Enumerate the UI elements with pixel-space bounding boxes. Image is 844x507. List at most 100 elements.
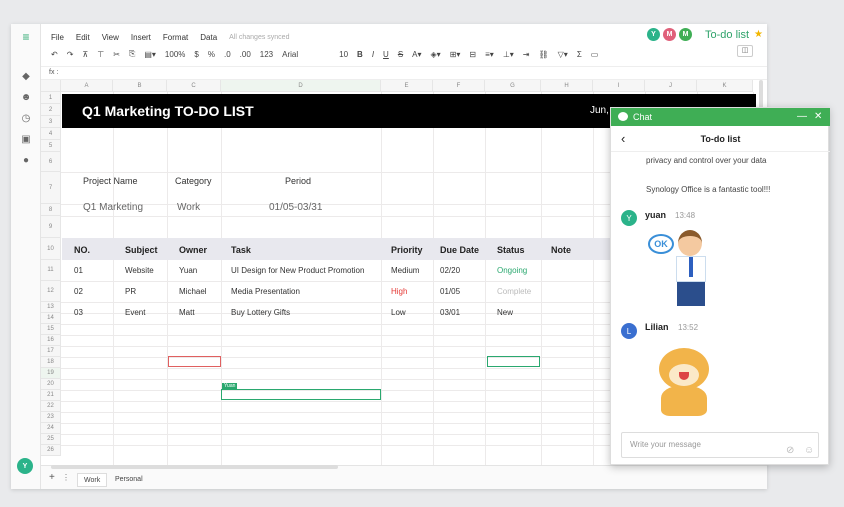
decrease-decimal-button[interactable]: .0 <box>224 50 231 59</box>
underline-button[interactable]: U <box>383 50 389 59</box>
borders-icon[interactable]: ⊞▾ <box>450 50 461 59</box>
menu-file[interactable]: File <box>51 33 64 42</box>
menu-icon[interactable]: ≡ <box>19 30 33 44</box>
lock-icon[interactable]: ▣ <box>19 132 33 146</box>
menu-data[interactable]: Data <box>200 33 217 42</box>
comment-icon[interactable]: ▭ <box>591 50 599 59</box>
row-header[interactable]: 17 <box>41 346 61 357</box>
horizontal-scrollbar[interactable] <box>51 465 338 469</box>
row-header[interactable]: 8 <box>41 204 61 216</box>
menu-insert[interactable]: Insert <box>131 33 151 42</box>
clear-format-icon[interactable]: ⊤ <box>97 50 104 59</box>
row-header[interactable]: 7 <box>41 172 61 204</box>
col-header[interactable]: I <box>593 80 645 92</box>
document-title[interactable]: To-do list <box>705 29 749 41</box>
emoji-icon[interactable]: ☺ <box>804 439 814 463</box>
cell-subject[interactable]: Website <box>125 266 154 275</box>
row-header[interactable]: 22 <box>41 401 61 412</box>
undo-icon[interactable]: ↶ <box>51 50 58 59</box>
cell-subject[interactable]: Event <box>125 308 145 317</box>
cell-status[interactable]: New <box>497 308 513 317</box>
col-header[interactable]: C <box>167 80 221 92</box>
menu-view[interactable]: View <box>102 33 119 42</box>
row-header[interactable]: 15 <box>41 324 61 335</box>
category-value[interactable]: Work <box>177 202 200 213</box>
cell-no[interactable]: 01 <box>74 266 83 275</box>
cell-task[interactable]: Buy Lottery Gifts <box>231 308 290 317</box>
wrap-icon[interactable]: ⇥ <box>523 50 530 59</box>
font-size-select[interactable]: 10 <box>339 50 348 59</box>
currency-button[interactable]: $ <box>194 50 198 59</box>
row-header[interactable]: 16 <box>41 335 61 346</box>
active-cell-selection[interactable]: Yuan <box>221 383 381 400</box>
col-header[interactable]: B <box>113 80 167 92</box>
cell-due-date[interactable]: 01/05 <box>440 287 460 296</box>
cell-status[interactable]: Ongoing <box>497 266 527 275</box>
collaborator-selection[interactable] <box>168 356 221 367</box>
link-icon[interactable]: ⛓ <box>539 50 549 59</box>
minimize-icon[interactable]: — <box>797 108 807 126</box>
attach-icon[interactable]: ⊘ <box>786 439 794 463</box>
row-header[interactable]: 1 <box>41 92 61 104</box>
chat-avatar[interactable]: L <box>621 323 637 339</box>
cell-owner[interactable]: Matt <box>179 308 195 317</box>
row-header[interactable]: 26 <box>41 445 61 456</box>
paint-format-icon[interactable]: ⊼ <box>82 50 88 59</box>
row-header[interactable]: 20 <box>41 379 61 390</box>
close-icon[interactable]: ✕ <box>814 108 822 126</box>
row-header[interactable]: 13 <box>41 302 61 313</box>
cell-no[interactable]: 03 <box>74 308 83 317</box>
row-header[interactable]: 14 <box>41 313 61 324</box>
collaborator-avatar[interactable]: Y <box>647 28 660 41</box>
row-header[interactable]: 3 <box>41 116 61 128</box>
col-header[interactable]: J <box>645 80 697 92</box>
back-icon[interactable]: ‹ <box>621 126 625 152</box>
copy-icon[interactable]: ⎘ <box>129 49 135 59</box>
history-icon[interactable]: ◷ <box>19 111 33 125</box>
sheet-tab-personal[interactable]: Personal <box>109 473 149 487</box>
row-header[interactable]: 12 <box>41 281 61 302</box>
fill-color-icon[interactable]: ◈▾ <box>431 50 441 59</box>
row-header[interactable]: 5 <box>41 140 61 152</box>
sum-button[interactable]: Σ <box>577 50 582 59</box>
cell-priority[interactable]: High <box>391 287 407 296</box>
zoom-select[interactable]: 100% <box>165 50 185 59</box>
cell-subject[interactable]: PR <box>125 287 136 296</box>
row-header[interactable]: 4 <box>41 128 61 140</box>
number-format-button[interactable]: 123 <box>260 50 273 59</box>
col-header[interactable]: H <box>541 80 593 92</box>
paste-icon[interactable]: ▤▾ <box>144 50 156 59</box>
strikethrough-button[interactable]: S <box>398 50 403 59</box>
menu-format[interactable]: Format <box>163 33 188 42</box>
row-header[interactable]: 2 <box>41 104 61 116</box>
cell-no[interactable]: 02 <box>74 287 83 296</box>
row-header[interactable]: 19 <box>41 368 61 379</box>
filter-icon[interactable]: ▽▾ <box>558 50 568 59</box>
text-color-icon[interactable]: A▾ <box>412 50 421 59</box>
user-avatar[interactable]: Y <box>17 458 33 474</box>
increase-decimal-button[interactable]: .00 <box>240 50 251 59</box>
italic-button[interactable]: I <box>372 50 374 59</box>
message-input[interactable]: Write your message ⊘ ☺ <box>621 432 819 458</box>
col-header[interactable]: G <box>485 80 541 92</box>
bold-button[interactable]: B <box>357 50 363 59</box>
cell-priority[interactable]: Low <box>391 308 406 317</box>
row-header[interactable]: 23 <box>41 412 61 423</box>
col-header[interactable]: A <box>61 80 113 92</box>
valign-icon[interactable]: ⊥▾ <box>503 50 514 59</box>
cell-owner[interactable]: Yuan <box>179 266 197 275</box>
percent-button[interactable]: % <box>208 50 215 59</box>
formula-bar[interactable]: fx : <box>41 66 767 80</box>
sheet-tab-work[interactable]: Work <box>77 473 108 487</box>
col-header[interactable]: F <box>433 80 485 92</box>
cell-status[interactable]: Complete <box>497 287 531 296</box>
row-header[interactable]: 24 <box>41 423 61 434</box>
row-header[interactable]: 18 <box>41 357 61 368</box>
cut-icon[interactable]: ✂ <box>113 50 120 59</box>
col-header[interactable]: K <box>697 80 753 92</box>
cell-priority[interactable]: Medium <box>391 266 419 275</box>
collaborator-avatar[interactable]: M <box>663 28 676 41</box>
corner-cell[interactable] <box>41 80 61 92</box>
col-header[interactable]: D <box>221 80 381 92</box>
share-user-icon[interactable]: ☻ <box>19 90 33 104</box>
